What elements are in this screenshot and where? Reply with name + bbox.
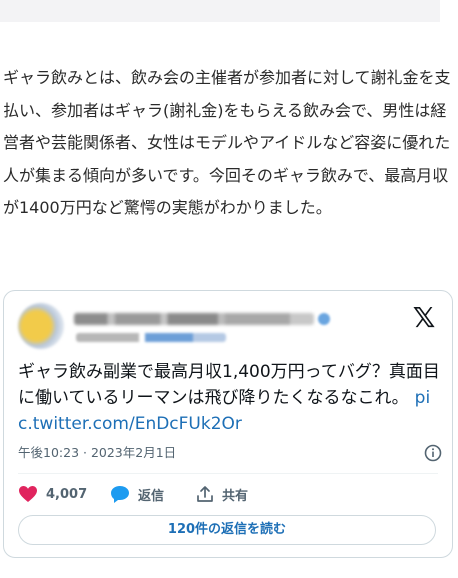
info-icon[interactable] (424, 444, 442, 462)
tweet-embed-card[interactable]: 𝕏 ギャラ飲み副業で最高月収1,400万円ってバグ？真面目に働いているリーマンは… (3, 290, 453, 558)
author-name-blurred[interactable] (74, 313, 314, 325)
reply-bubble-icon (111, 486, 129, 503)
tweet-header: 𝕏 (18, 303, 438, 351)
divider (18, 473, 438, 474)
reply-label: 返信 (138, 488, 165, 504)
read-replies-button[interactable]: 120件の返信を読む (18, 515, 436, 545)
heart-icon (19, 486, 37, 502)
tweet-body: ギャラ飲み副業で最高月収1,400万円ってバグ？真面目に働いているリーマンは飛び… (18, 362, 440, 408)
like-button[interactable]: 4,007 (18, 483, 87, 505)
top-banner (0, 0, 440, 22)
reply-button[interactable]: 返信 (110, 483, 164, 505)
share-button[interactable]: 共有 (196, 483, 248, 505)
x-logo-icon[interactable]: 𝕏 (410, 303, 438, 333)
tweet-timestamp[interactable]: 午後10:23 · 2023年2月1日 (18, 443, 176, 463)
share-icon (197, 486, 213, 502)
article-paragraph: ギャラ飲みとは、飲み会の主催者が参加者に対して謝礼金を支払い、参加者はギャラ(謝… (3, 68, 451, 217)
tweet-text: ギャラ飲み副業で最高月収1,400万円ってバグ？真面目に働いているリーマンは飛び… (18, 359, 442, 437)
verified-badge-icon (318, 313, 330, 325)
tweet-actions: 4,007 返信 共有 (18, 483, 438, 505)
avatar[interactable] (18, 303, 64, 349)
share-label: 共有 (222, 488, 249, 504)
author-handle-blurred[interactable] (76, 333, 226, 342)
like-count: 4,007 (46, 486, 88, 502)
tweet-meta: 午後10:23 · 2023年2月1日 (18, 443, 442, 463)
